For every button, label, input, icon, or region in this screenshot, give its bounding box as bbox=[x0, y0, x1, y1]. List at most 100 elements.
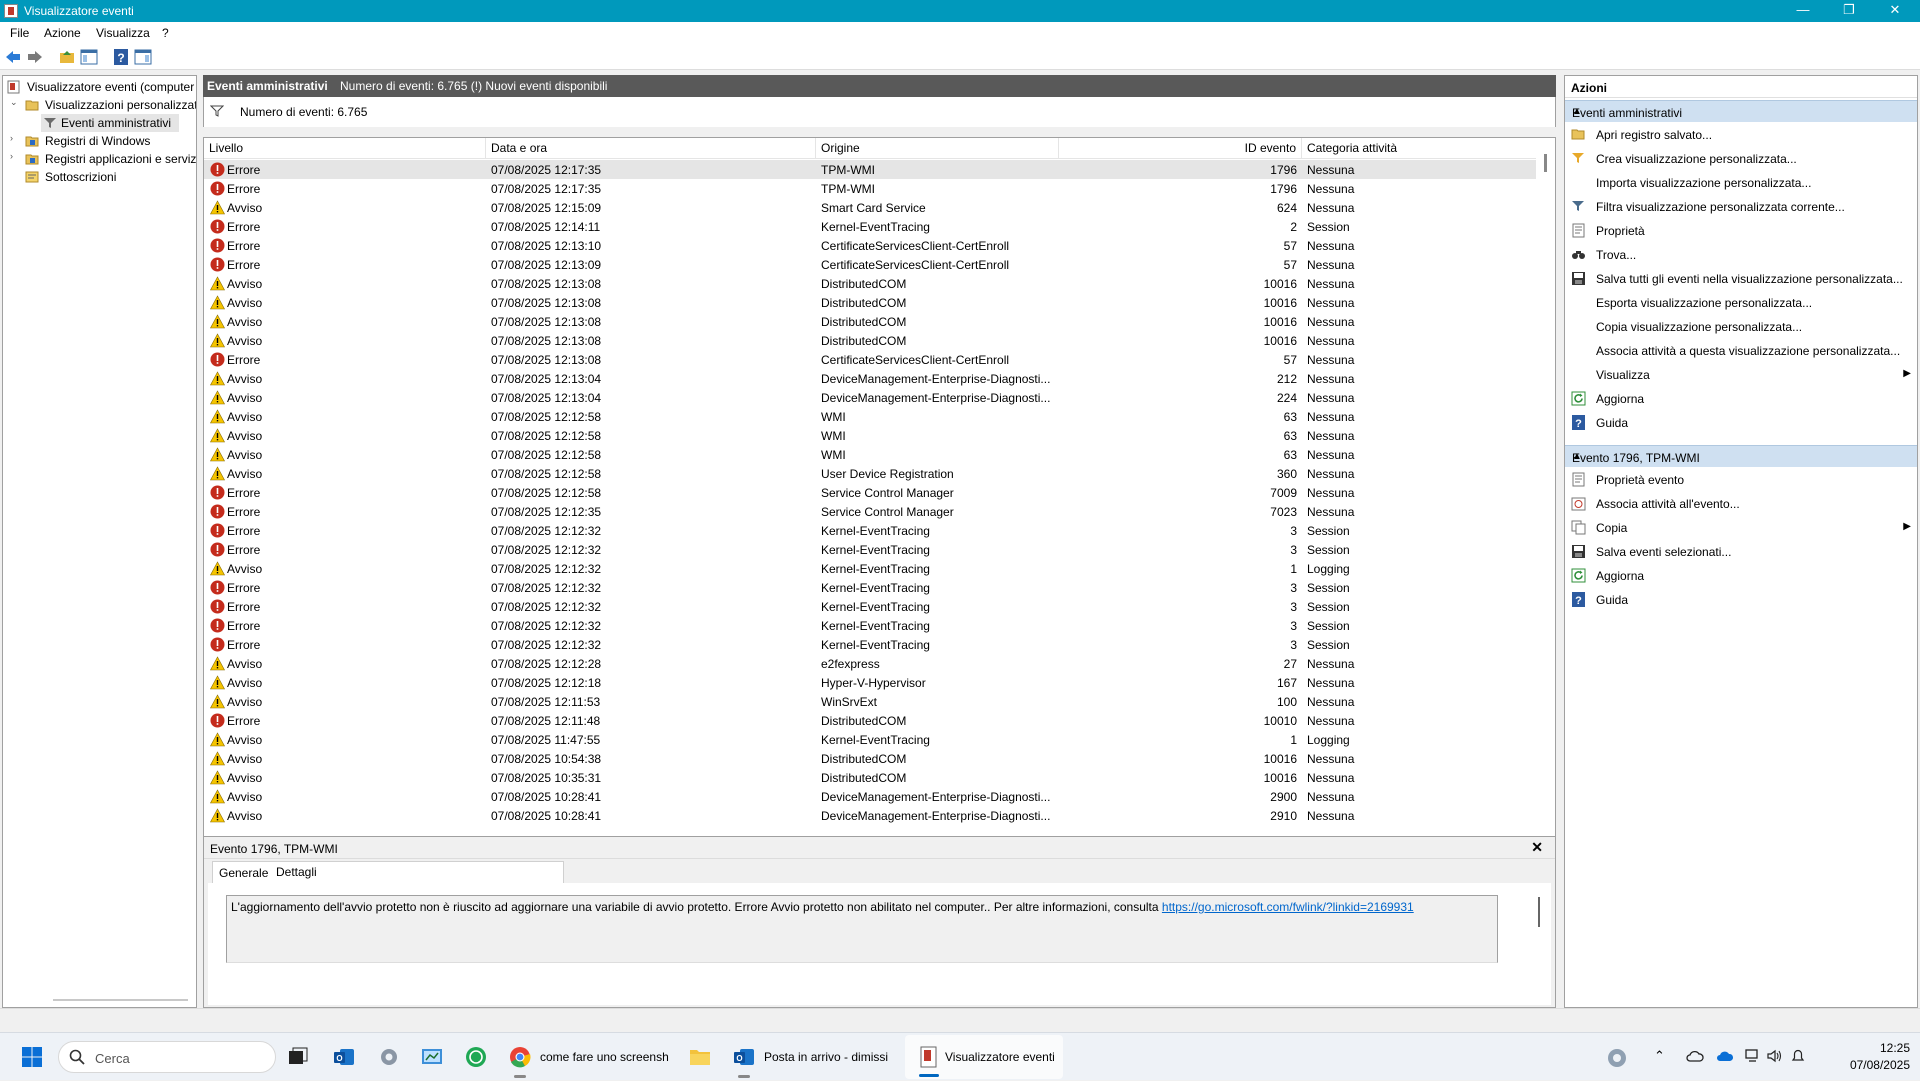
taskbar-app-outlook-label[interactable]: Posta in arrivo - dimissi bbox=[764, 1050, 888, 1064]
show-hide-action-pane-icon[interactable] bbox=[134, 48, 152, 66]
table-row[interactable]: Avviso 07/08/2025 10:35:31 DistributedCOM 1… bbox=[204, 768, 1537, 787]
table-row[interactable]: Avviso 07/08/2025 12:13:04 DeviceManagemen… bbox=[204, 388, 1537, 407]
column-header-event-id[interactable]: ID evento bbox=[1059, 138, 1302, 159]
notification-bell-icon[interactable] bbox=[1789, 1048, 1807, 1064]
chrome-icon[interactable] bbox=[508, 1045, 532, 1069]
help-icon[interactable]: ? bbox=[112, 48, 130, 66]
detail-scrollbar[interactable] bbox=[1538, 897, 1540, 927]
action-item[interactable]: Proprietà evento bbox=[1565, 468, 1917, 492]
action-item[interactable]: Copia ▶ bbox=[1565, 516, 1917, 540]
table-row[interactable]: Errore 07/08/2025 12:12:32 Kernel-EventTra… bbox=[204, 578, 1537, 597]
table-row[interactable]: Avviso 07/08/2025 12:12:28 e2fexpress 27 Nes… bbox=[204, 654, 1537, 673]
task-view-icon[interactable] bbox=[286, 1045, 310, 1069]
action-item[interactable]: ? Guida bbox=[1565, 411, 1917, 435]
table-row[interactable]: Errore 07/08/2025 12:13:10 CertificateServ… bbox=[204, 236, 1537, 255]
tree-item-windows-logs[interactable]: › Registri di Windows bbox=[3, 132, 196, 150]
table-row[interactable]: Avviso 07/08/2025 10:28:41 DeviceManagemen… bbox=[204, 787, 1537, 806]
control-panel-icon[interactable] bbox=[420, 1045, 444, 1069]
action-item[interactable]: Crea visualizzazione personalizzata... bbox=[1565, 147, 1917, 171]
table-row[interactable]: Errore 07/08/2025 12:11:48 DistributedCOM 1… bbox=[204, 711, 1537, 730]
whatsapp-icon[interactable] bbox=[464, 1045, 488, 1069]
network-icon[interactable] bbox=[1744, 1048, 1762, 1064]
action-item[interactable]: Aggiorna bbox=[1565, 387, 1917, 411]
table-row[interactable]: Errore 07/08/2025 12:12:32 Kernel-EventTra… bbox=[204, 540, 1537, 559]
action-item[interactable]: Apri registro salvato... bbox=[1565, 123, 1917, 147]
table-row[interactable]: Avviso 07/08/2025 12:12:58 WMI 63 Nessuna bbox=[204, 445, 1537, 464]
column-header-source[interactable]: Origine bbox=[816, 138, 1059, 159]
column-header-task-category[interactable]: Categoria attività bbox=[1302, 138, 1537, 159]
action-item[interactable]: Salva tutti gli eventi nella visualizzaz… bbox=[1565, 267, 1917, 291]
menu-file[interactable]: File bbox=[10, 26, 29, 40]
table-row[interactable]: Avviso 07/08/2025 12:12:58 User Device Reg… bbox=[204, 464, 1537, 483]
close-button[interactable]: ✕ bbox=[1872, 0, 1918, 22]
table-row[interactable]: Errore 07/08/2025 12:13:09 CertificateServ… bbox=[204, 255, 1537, 274]
table-row[interactable]: Errore 07/08/2025 12:17:35 TPM-WMI 1796 Ness… bbox=[204, 160, 1537, 179]
table-row[interactable]: Avviso 07/08/2025 12:13:04 DeviceManagemen… bbox=[204, 369, 1537, 388]
column-header-level[interactable]: Livello bbox=[204, 138, 486, 159]
table-row[interactable]: Errore 07/08/2025 12:12:32 Kernel-EventTra… bbox=[204, 597, 1537, 616]
action-item[interactable]: Esporta visualizzazione personalizzata..… bbox=[1565, 291, 1917, 315]
taskbar-search[interactable]: Cerca bbox=[58, 1041, 276, 1073]
action-item[interactable]: ? Guida bbox=[1565, 588, 1917, 612]
action-item[interactable]: Filtra visualizzazione personalizzata co… bbox=[1565, 195, 1917, 219]
minimize-button[interactable]: — bbox=[1780, 0, 1826, 22]
table-row[interactable]: Avviso 07/08/2025 12:13:08 DistributedCOM 1… bbox=[204, 293, 1537, 312]
expand-chevron-icon[interactable]: › bbox=[10, 151, 20, 161]
forward-arrow-icon[interactable] bbox=[26, 48, 44, 66]
action-item[interactable]: Associa attività all'evento... bbox=[1565, 492, 1917, 516]
restore-button[interactable]: ❐ bbox=[1826, 0, 1872, 22]
actions-section-admin-events[interactable]: Eventi amministrativi ▲ bbox=[1565, 100, 1917, 122]
action-item[interactable]: Importa visualizzazione personalizzata..… bbox=[1565, 171, 1917, 195]
actions-section-event[interactable]: Evento 1796, TPM-WMI ▲ bbox=[1565, 445, 1917, 467]
tree-item-subscriptions[interactable]: Sottoscrizioni bbox=[3, 168, 196, 186]
table-row[interactable]: Errore 07/08/2025 12:17:35 TPM-WMI 1796 Ness… bbox=[204, 179, 1537, 198]
file-explorer-icon[interactable] bbox=[688, 1045, 712, 1069]
outlook-icon[interactable]: O bbox=[332, 1045, 356, 1069]
tree-item-root[interactable]: Visualizzatore eventi (computer bbox=[3, 78, 196, 96]
clock-date[interactable]: 07/08/2025 bbox=[1832, 1058, 1910, 1072]
close-detail-icon[interactable]: ✕ bbox=[1531, 839, 1543, 856]
table-row[interactable]: Avviso 07/08/2025 12:15:09 Smart Card Serv… bbox=[204, 198, 1537, 217]
collapse-up-icon[interactable]: ▲ bbox=[1572, 106, 1910, 117]
table-row[interactable]: Avviso 07/08/2025 12:13:08 DistributedCOM 1… bbox=[204, 312, 1537, 331]
onedrive-business-icon[interactable] bbox=[1716, 1049, 1734, 1063]
action-item[interactable]: Associa attività a questa visualizzazion… bbox=[1565, 339, 1917, 363]
taskbar-app-chrome-label[interactable]: come fare uno screensh bbox=[540, 1050, 669, 1064]
outlook-icon[interactable]: O bbox=[732, 1045, 756, 1069]
collapse-chevron-icon[interactable]: ⌄ bbox=[10, 97, 20, 108]
tree-scrollbar[interactable] bbox=[53, 999, 188, 1001]
scrollbar-thumb[interactable] bbox=[1544, 154, 1547, 172]
table-row[interactable]: Errore 07/08/2025 12:12:32 Kernel-EventTra… bbox=[204, 635, 1537, 654]
table-row[interactable]: Avviso 07/08/2025 12:13:08 DistributedCOM 1… bbox=[204, 274, 1537, 293]
table-row[interactable]: Errore 07/08/2025 12:12:58 Service Control… bbox=[204, 483, 1537, 502]
table-row[interactable]: Avviso 07/08/2025 12:12:58 WMI 63 Nessuna bbox=[204, 426, 1537, 445]
onedrive-cloud-icon[interactable] bbox=[1686, 1049, 1704, 1063]
tab-dettagli[interactable]: Dettagli bbox=[270, 861, 323, 883]
table-row[interactable]: Errore 07/08/2025 12:13:08 CertificateServ… bbox=[204, 350, 1537, 369]
table-row[interactable]: Errore 07/08/2025 12:12:35 Service Control… bbox=[204, 502, 1537, 521]
action-item[interactable]: Trova... bbox=[1565, 243, 1917, 267]
table-row[interactable]: Avviso 07/08/2025 11:47:55 Kernel-EventTra… bbox=[204, 730, 1537, 749]
event-help-link[interactable]: https://go.microsoft.com/fwlink/?linkid=… bbox=[1162, 900, 1414, 914]
tree-item-app-service-logs[interactable]: › Registri applicazioni e servizi bbox=[3, 150, 196, 168]
table-row[interactable]: Avviso 07/08/2025 12:11:53 WinSrvExt 100 Nes… bbox=[204, 692, 1537, 711]
action-item[interactable]: Visualizza ▶ bbox=[1565, 363, 1917, 387]
table-row[interactable]: Errore 07/08/2025 12:14:11 Kernel-EventTra… bbox=[204, 217, 1537, 236]
up-folder-icon[interactable] bbox=[58, 48, 76, 66]
event-message-box[interactable]: L'aggiornamento dell'avvio protetto non … bbox=[226, 895, 1498, 963]
back-arrow-icon[interactable] bbox=[4, 48, 22, 66]
menu-azione[interactable]: Azione bbox=[44, 26, 81, 40]
table-row[interactable]: Avviso 07/08/2025 10:54:38 DistributedCOM 1… bbox=[204, 749, 1537, 768]
tree-item-admin-events[interactable]: Eventi amministrativi bbox=[41, 114, 179, 132]
table-row[interactable]: Avviso 07/08/2025 12:13:08 DistributedCOM 1… bbox=[204, 331, 1537, 350]
action-item[interactable]: Salva eventi selezionati... bbox=[1565, 540, 1917, 564]
show-hidden-icons-chevron-icon[interactable]: ⌃ bbox=[1654, 1048, 1665, 1064]
table-row[interactable]: Avviso 07/08/2025 12:12:18 Hyper-V-Hypervi… bbox=[204, 673, 1537, 692]
collapse-up-icon[interactable]: ▲ bbox=[1572, 451, 1910, 462]
table-row[interactable]: Avviso 07/08/2025 12:12:58 WMI 63 Nessuna bbox=[204, 407, 1537, 426]
windows-start-icon[interactable] bbox=[20, 1045, 44, 1069]
column-header-date[interactable]: Data e ora bbox=[486, 138, 816, 159]
table-row[interactable]: Avviso 07/08/2025 12:12:32 Kernel-EventTra… bbox=[204, 559, 1537, 578]
expand-chevron-icon[interactable]: › bbox=[10, 133, 20, 143]
table-row[interactable]: Errore 07/08/2025 12:12:32 Kernel-EventTra… bbox=[204, 521, 1537, 540]
